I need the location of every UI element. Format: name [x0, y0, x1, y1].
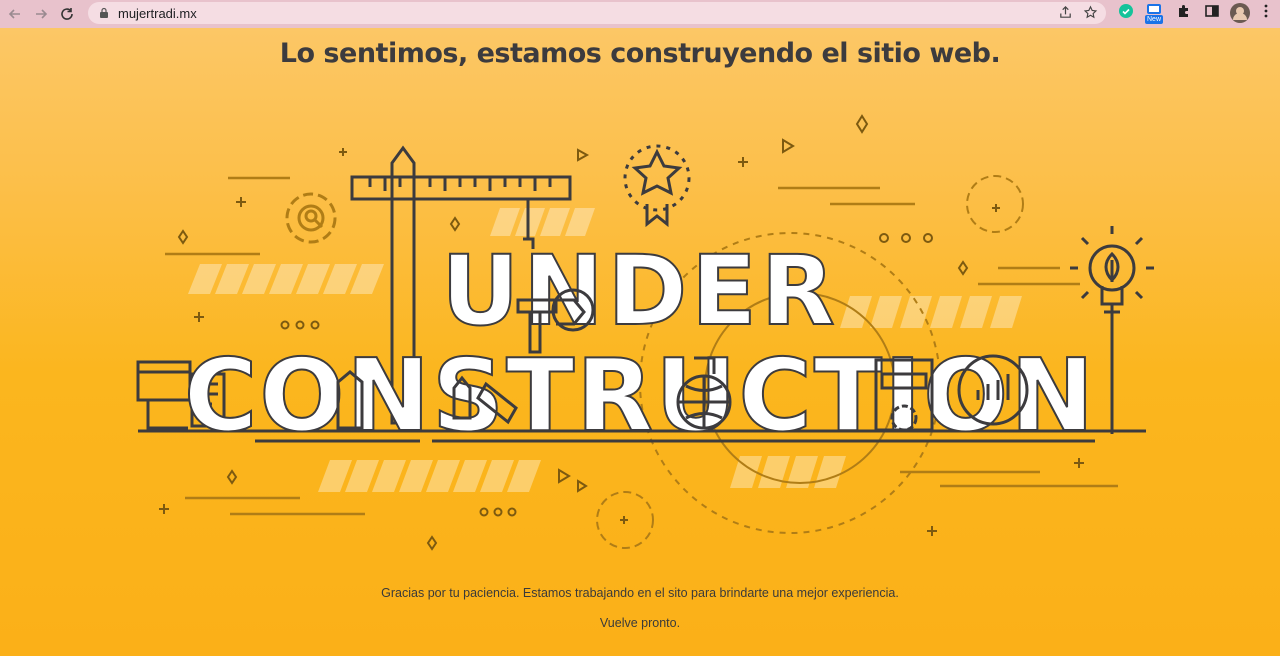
under-construction-illustration: UNDER CONSTRUCTION: [136, 114, 1154, 551]
browser-toolbar: mujertradi.mx New: [0, 0, 1280, 28]
page-content: Lo sentimos, estamos construyendo el sit…: [0, 28, 1280, 656]
grammarly-icon: [1119, 4, 1133, 18]
more-vertical-icon: [1264, 4, 1268, 18]
side-panel-button[interactable]: [1204, 3, 1220, 19]
art-word-under: UNDER: [441, 235, 838, 347]
puzzle-icon: [1179, 5, 1188, 17]
reload-icon: [61, 8, 73, 20]
star-badge-icon: [623, 144, 691, 228]
come-back-message: Vuelve pronto.: [599, 616, 681, 630]
back-button[interactable]: [4, 3, 26, 25]
side-panel-icon: [1205, 5, 1219, 17]
share-icon[interactable]: [1058, 5, 1073, 20]
gear-search-icon: [285, 192, 337, 244]
arrow-right-icon: [36, 9, 48, 19]
address-bar[interactable]: mujertradi.mx: [88, 2, 1106, 24]
lock-icon: [100, 7, 108, 18]
arrow-left-icon: [8, 9, 20, 19]
reload-button[interactable]: [56, 3, 78, 25]
new-badge: New: [1145, 15, 1164, 24]
extension-grammarly[interactable]: [1118, 3, 1134, 19]
patience-message: Gracias por tu paciencia. Estamos trabaj…: [381, 586, 899, 600]
profile-avatar[interactable]: [1230, 3, 1250, 23]
menu-button[interactable]: [1258, 3, 1274, 19]
bookmark-star-icon[interactable]: [1083, 5, 1098, 20]
forward-button[interactable]: [30, 3, 52, 25]
avatar-icon: [1230, 3, 1250, 23]
url-text: mujertradi.mx: [118, 5, 197, 21]
extensions-button[interactable]: [1176, 3, 1192, 19]
